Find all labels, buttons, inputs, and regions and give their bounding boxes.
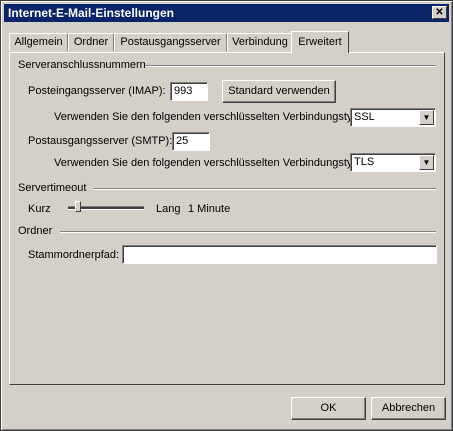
tab-erweitert[interactable]: Erweitert bbox=[291, 31, 349, 53]
timeout-slider[interactable] bbox=[68, 201, 144, 215]
root-folder-path-input[interactable] bbox=[122, 245, 437, 264]
timeout-value: 1 Minute bbox=[188, 203, 231, 215]
group-label-server-ports: Serveranschlussnummern bbox=[18, 59, 146, 71]
use-default-button[interactable]: Standard verwenden bbox=[222, 80, 336, 103]
tab-ordner[interactable]: Ordner bbox=[68, 33, 114, 51]
tab-postausgangsserver[interactable]: Postausgangsserver bbox=[114, 33, 227, 51]
incoming-encryption-select[interactable]: SSL ▼ bbox=[350, 108, 436, 127]
ok-button[interactable]: OK bbox=[291, 397, 366, 420]
close-button[interactable]: ✕ bbox=[432, 6, 447, 19]
tab-panel-erweitert: Serveranschlussnummern Posteingangsserve… bbox=[9, 52, 445, 385]
dropdown-arrow-icon[interactable]: ▼ bbox=[419, 110, 434, 125]
timeout-long-label: Lang bbox=[156, 203, 181, 215]
slider-thumb[interactable] bbox=[75, 201, 81, 212]
root-folder-path-label: Stammordnerpfad: bbox=[28, 249, 120, 261]
separator bbox=[94, 188, 436, 190]
cancel-button[interactable]: Abbrechen bbox=[371, 397, 446, 420]
tab-allgemein[interactable]: Allgemein bbox=[9, 33, 68, 51]
separator bbox=[145, 65, 436, 67]
incoming-encryption-value: SSL bbox=[354, 111, 375, 123]
outgoing-encryption-value: TLS bbox=[354, 156, 375, 168]
dialog-window: Internet-E-Mail-Einstellungen ✕ Allgemei… bbox=[0, 0, 453, 431]
incoming-port-input[interactable]: 993 bbox=[170, 82, 208, 101]
incoming-server-label: Posteingangsserver (IMAP): bbox=[28, 85, 166, 97]
outgoing-encryption-select[interactable]: TLS ▼ bbox=[350, 153, 436, 172]
outgoing-port-input[interactable]: 25 bbox=[172, 132, 210, 151]
separator bbox=[60, 231, 436, 233]
outgoing-encryption-label: Verwenden Sie den folgenden verschlüssel… bbox=[54, 157, 362, 169]
title-bar[interactable]: Internet-E-Mail-Einstellungen ✕ bbox=[4, 4, 449, 22]
group-label-server-timeout: Servertimeout bbox=[18, 182, 87, 194]
tab-verbindung[interactable]: Verbindung bbox=[227, 33, 293, 51]
window-title: Internet-E-Mail-Einstellungen bbox=[8, 6, 175, 20]
close-icon: ✕ bbox=[435, 7, 444, 18]
timeout-short-label: Kurz bbox=[28, 203, 51, 215]
incoming-encryption-label: Verwenden Sie den folgenden verschlüssel… bbox=[54, 111, 362, 123]
group-label-folders: Ordner bbox=[18, 225, 53, 237]
dropdown-arrow-icon[interactable]: ▼ bbox=[419, 155, 434, 170]
outgoing-server-label: Postausgangsserver (SMTP): bbox=[28, 135, 173, 147]
